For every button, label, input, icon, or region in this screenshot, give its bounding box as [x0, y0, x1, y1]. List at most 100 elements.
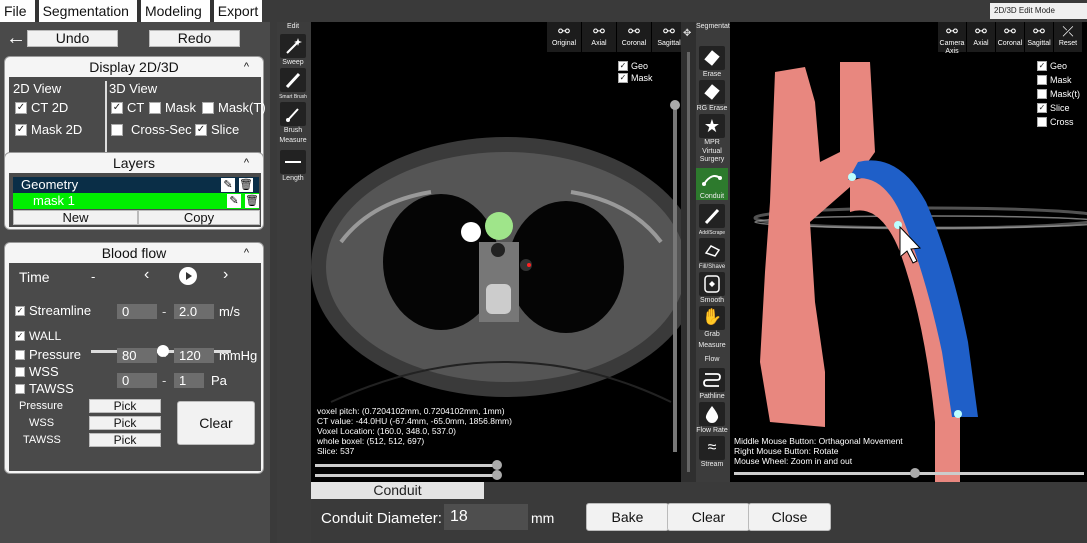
horizontal-slider-1-handle[interactable] [492, 460, 502, 470]
tawss-min-input[interactable]: 0 [117, 373, 157, 388]
cross-sec-checkbox[interactable]: Cross-Sec [111, 122, 192, 137]
slice-3d-checkbox[interactable]: ✓ Slice [1037, 103, 1070, 113]
blood-flow-header[interactable]: Blood flow ^ [5, 243, 263, 263]
fill-shave-tool[interactable]: Fill/Shave [696, 238, 728, 271]
length-tool[interactable]: Length [277, 150, 309, 183]
original-view-button[interactable]: ⚯ Original [547, 22, 581, 52]
rg-erase-tool[interactable]: RG Erase [696, 80, 728, 113]
mask-2d-label: Mask 2D [31, 122, 83, 137]
pressure-min-input[interactable]: 80 [117, 348, 157, 363]
layer-mask-1[interactable]: mask 1 ✎ 🗑 [13, 193, 259, 209]
back-arrow-icon[interactable]: ← [6, 28, 26, 48]
pencil-icon[interactable]: ✎ [227, 194, 241, 208]
mask-3d-checkbox[interactable]: Mask [149, 100, 196, 115]
flow-rate-tool[interactable]: Flow Rate [696, 402, 728, 435]
menu-file[interactable]: File [0, 0, 35, 22]
copy-layer-button[interactable]: Copy [138, 210, 260, 225]
tawss-checkbox[interactable]: TAWSS [15, 381, 74, 396]
camera-axis-button[interactable]: ⚯ Camera Axis [938, 22, 966, 55]
slice-scrollbar[interactable] [673, 106, 677, 452]
undo-button[interactable]: Undo [27, 30, 118, 47]
conduit-clear-button[interactable]: Clear [667, 503, 750, 531]
ct-2d-checkbox[interactable]: ✓ CT 2D [15, 100, 68, 115]
erase-tool[interactable]: Erase [696, 46, 728, 79]
mask-2d-checkbox[interactable]: ✓ Mask 2D [15, 122, 82, 137]
wall-checkbox[interactable]: ✓ WALL [15, 329, 61, 343]
brush-icon [280, 102, 306, 126]
viewport-splitter[interactable]: ✥ [681, 22, 696, 482]
collapse-caret-icon[interactable]: ^ [244, 243, 249, 263]
pressure-max-input[interactable]: 120 [174, 348, 214, 363]
ct-3d-checkbox[interactable]: ✓ CT [111, 100, 144, 115]
display-panel-header[interactable]: Display 2D/3D ^ [5, 57, 263, 77]
sagittal-3d-button[interactable]: ⚯ Sagittal [1025, 22, 1053, 52]
trash-icon[interactable]: 🗑 [245, 194, 259, 208]
stream-tool[interactable]: ≈ Stream [696, 436, 728, 469]
next-time-icon[interactable]: › [223, 266, 228, 284]
collapse-caret-icon[interactable]: ^ [244, 57, 249, 77]
axial-3d-button[interactable]: ⚯ Axial [967, 22, 995, 52]
conduit-tool[interactable]: Conduit [696, 168, 728, 200]
reset-view-button[interactable]: ⤫ Reset [1054, 22, 1082, 52]
pick-pressure-button[interactable]: Pick [89, 399, 161, 413]
mask-3d-overlay-checkbox[interactable]: Mask [1037, 75, 1072, 85]
close-button[interactable]: Close [748, 503, 831, 531]
sagittal-view-button[interactable]: ⚯ Sagittal [652, 22, 681, 52]
3d-horizontal-slider[interactable] [734, 472, 1084, 475]
menu-modeling[interactable]: Modeling [141, 0, 210, 22]
drag-handle-icon[interactable]: ✥ [683, 28, 691, 39]
tawss-max-input[interactable]: 1 [174, 373, 204, 388]
horizontal-slider-2[interactable] [315, 474, 501, 477]
trash-icon[interactable]: 🗑 [239, 178, 253, 192]
pathline-tool[interactable]: Pathline [696, 368, 728, 401]
pressure-checkbox[interactable]: Pressure [15, 347, 81, 362]
pathline-icon [699, 368, 725, 392]
smart-brush-tool[interactable]: Smart Brush [277, 68, 309, 101]
mask-t-3d-checkbox[interactable]: Mask(t) [1037, 89, 1080, 99]
3d-horizontal-slider-handle[interactable] [910, 468, 920, 478]
pencil-icon[interactable]: ✎ [221, 178, 235, 192]
add-scrape-tool[interactable]: Add/Scrape [696, 204, 728, 237]
pick-wss-button[interactable]: Pick [89, 416, 161, 430]
redo-button[interactable]: Redo [149, 30, 240, 47]
geo-3d-checkbox[interactable]: ✓ Geo [1037, 61, 1067, 71]
coronal-3d-button[interactable]: ⚯ Coronal [996, 22, 1024, 52]
droplet-icon [699, 402, 725, 426]
mask-t-checkbox[interactable]: Mask(T) [202, 100, 266, 115]
streamline-max-input[interactable]: 2.0 [174, 304, 214, 319]
mask-2d-overlay-checkbox[interactable]: ✓ Mask [618, 73, 653, 83]
bake-button[interactable]: Bake [586, 503, 669, 531]
sweep-tool[interactable]: Sweep [277, 34, 309, 67]
geo-2d-checkbox[interactable]: ✓ Geo [618, 61, 648, 71]
brush-tool[interactable]: Brush [277, 102, 309, 135]
collapse-caret-icon[interactable]: ^ [244, 153, 249, 173]
wss-checkbox[interactable]: WSS [15, 364, 59, 379]
conduit-diameter-input[interactable]: 18 [444, 504, 528, 530]
play-icon[interactable] [179, 267, 197, 285]
streamline-checkbox[interactable]: ✓ Streamline [15, 303, 91, 318]
horizontal-slider-2-handle[interactable] [492, 470, 502, 480]
smooth-tool[interactable]: Smooth [696, 272, 728, 305]
flow-clear-button[interactable]: Clear [177, 401, 255, 445]
slice-scroll-handle[interactable] [670, 100, 680, 110]
prev-time-icon[interactable]: ‹ [144, 266, 149, 284]
cross-3d-label: Cross [1050, 117, 1074, 127]
segmentation-tools-title: Segmentation [696, 23, 740, 30]
model-3d-viewport[interactable]: ⚯ Camera Axis ⚯ Axial ⚯ Coronal ⚯ Sagittal ⤫… [730, 22, 1087, 482]
pick-tawss-button[interactable]: Pick [89, 433, 161, 447]
cross-3d-checkbox[interactable]: Cross [1037, 117, 1074, 127]
horizontal-slider-1[interactable] [315, 464, 501, 467]
new-layer-button[interactable]: New [13, 210, 138, 225]
ct-2d-viewport[interactable]: ⚯ Original ⚯ Axial ⚯ Coronal ⚯ Sagittal ✓ Geo… [311, 22, 681, 482]
mpr-tool[interactable]: ★ MPR [696, 114, 728, 147]
axial-view-button[interactable]: ⚯ Axial [582, 22, 616, 52]
menu-export[interactable]: Export [214, 0, 266, 22]
layer-geometry[interactable]: Geometry ✎ 🗑 [13, 177, 259, 193]
menu-segmentation[interactable]: Segmentation [39, 0, 137, 22]
layers-panel-header[interactable]: Layers ^ [5, 153, 263, 173]
slice-checkbox[interactable]: ✓ Slice [195, 122, 239, 137]
streamline-min-input[interactable]: 0 [117, 304, 157, 319]
coronal-view-button[interactable]: ⚯ Coronal [617, 22, 651, 52]
conduit-tab[interactable]: Conduit [311, 482, 484, 499]
grab-tool[interactable]: ✋ Grab [696, 306, 728, 339]
